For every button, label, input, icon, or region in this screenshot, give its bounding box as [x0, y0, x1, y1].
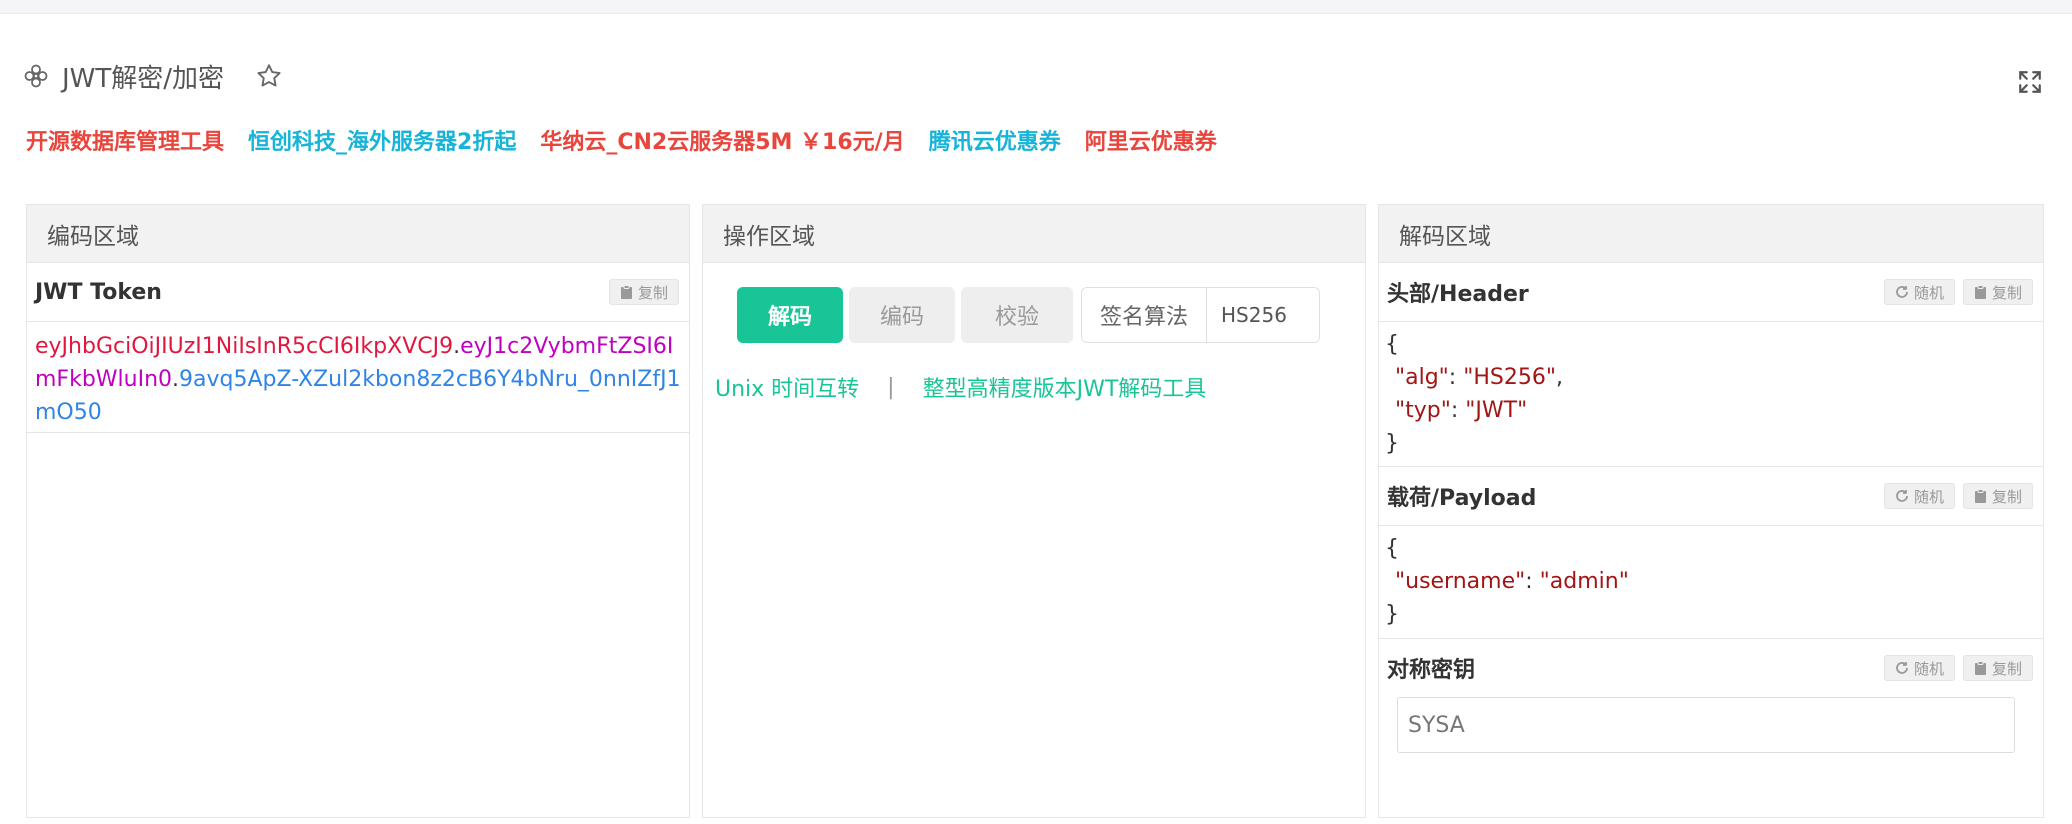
- refresh-icon: [1896, 490, 1908, 502]
- payload-label: 载荷/Payload: [1387, 486, 1537, 511]
- precision-jwt-link[interactable]: 整型高精度版本JWT解码工具: [923, 371, 1207, 403]
- token-label: JWT Token: [35, 279, 162, 305]
- copy-header-button[interactable]: 复制: [1962, 279, 2033, 305]
- promo-link-hengchuang[interactable]: 恒创科技_海外服务器2折起: [248, 124, 516, 156]
- random-header-button[interactable]: 随机: [1883, 279, 1955, 305]
- header-line-alg: "alg": "HS256",: [1395, 365, 1563, 390]
- header-line-typ: "typ": "JWT": [1395, 398, 1528, 423]
- operation-panel-header: 操作区域: [703, 205, 1365, 263]
- clipboard-icon: [1974, 661, 1986, 675]
- encode-panel-header: 编码区域: [27, 205, 689, 263]
- flower-icon: [22, 62, 50, 90]
- clipboard-icon: [1974, 285, 1986, 299]
- payload-subheader: 载荷/Payload 随机 复制: [1379, 467, 2043, 525]
- decode-panel-header: 解码区域: [1379, 205, 2043, 263]
- operation-toolbar: 解码 编码 校验 签名算法: [737, 287, 1321, 343]
- copy-payload-button[interactable]: 复制: [1962, 483, 2033, 509]
- header-json-editor[interactable]: { "alg": "HS256", "typ": "JWT" }: [1379, 321, 2043, 467]
- copy-payload-label: 复制: [1991, 487, 2022, 506]
- promo-links: 开源数据库管理工具 恒创科技_海外服务器2折起 华纳云_CN2云服务器5M ￥1…: [26, 124, 1217, 156]
- tool-links: Unix 时间互转 | 整型高精度版本JWT解码工具: [715, 371, 1206, 403]
- promo-link-tencent[interactable]: 腾讯云优惠券: [929, 124, 1061, 156]
- token-header-part: eyJhbGciOiJIUzI1NiIsInR5cCI6IkpXVCJ9: [35, 334, 454, 359]
- promo-link-db-tool[interactable]: 开源数据库管理工具: [26, 124, 224, 156]
- payload-json-editor[interactable]: { "username": "admin" }: [1379, 525, 2043, 639]
- top-bar: [0, 0, 2072, 14]
- random-header-label: 随机: [1913, 283, 1944, 302]
- algorithm-label: 签名算法: [1082, 288, 1208, 342]
- decode-button[interactable]: 解码: [737, 287, 843, 343]
- header-open-brace: {: [1385, 332, 1399, 357]
- random-secret-button[interactable]: 随机: [1883, 655, 1955, 681]
- token-dot-2: .: [172, 367, 180, 392]
- encode-button[interactable]: 编码: [849, 287, 955, 343]
- algorithm-field: 签名算法: [1081, 287, 1321, 343]
- page-title: JWT解密/加密: [62, 63, 225, 94]
- clipboard-icon: [1974, 489, 1986, 503]
- header-close-brace: }: [1385, 431, 1399, 456]
- random-payload-button[interactable]: 随机: [1883, 483, 1955, 509]
- copy-secret-label: 复制: [1991, 659, 2022, 678]
- copy-secret-button[interactable]: 复制: [1962, 655, 2033, 681]
- payload-open-brace: {: [1385, 536, 1399, 561]
- secret-key-input[interactable]: [1397, 697, 2015, 753]
- fullscreen-icon[interactable]: [2016, 68, 2044, 96]
- favorite-star-icon[interactable]: [254, 61, 284, 91]
- refresh-icon: [1896, 662, 1908, 674]
- page-header: JWT解密/加密: [22, 56, 284, 96]
- link-separator: |: [887, 374, 895, 400]
- refresh-icon: [1896, 286, 1908, 298]
- encode-panel: 编码区域 JWT Token 复制 eyJhbGciOiJIUzI1NiIsIn…: [26, 204, 690, 818]
- payload-line-username: "username": "admin": [1395, 569, 1629, 594]
- header-label: 头部/Header: [1387, 282, 1529, 307]
- verify-button[interactable]: 校验: [961, 287, 1073, 343]
- jwt-token-textarea[interactable]: eyJhbGciOiJIUzI1NiIsInR5cCI6IkpXVCJ9.eyJ…: [27, 321, 689, 433]
- random-secret-label: 随机: [1913, 659, 1944, 678]
- copy-token-label: 复制: [637, 283, 668, 302]
- promo-link-huana[interactable]: 华纳云_CN2云服务器5M ￥16元/月: [540, 124, 904, 156]
- header-subheader: 头部/Header 随机 复制: [1379, 263, 2043, 321]
- clipboard-icon: [620, 285, 632, 299]
- promo-link-aliyun[interactable]: 阿里云优惠券: [1085, 124, 1217, 156]
- secret-label: 对称密钥: [1387, 658, 1476, 683]
- secret-subheader: 对称密钥 随机 复制: [1379, 639, 2043, 697]
- operation-panel: 操作区域 解码 编码 校验 签名算法 Unix 时间互转 | 整型高精度版本JW…: [702, 204, 1366, 818]
- copy-token-button[interactable]: 复制: [608, 279, 679, 305]
- copy-header-label: 复制: [1991, 283, 2022, 302]
- token-subheader: JWT Token 复制: [27, 263, 689, 321]
- random-payload-label: 随机: [1913, 487, 1944, 506]
- unix-time-link[interactable]: Unix 时间互转: [715, 371, 859, 403]
- algorithm-input[interactable]: [1207, 288, 1320, 342]
- payload-close-brace: }: [1385, 602, 1399, 627]
- decode-panel: 解码区域 头部/Header 随机 复制 { "alg": "HS256", "…: [1378, 204, 2044, 818]
